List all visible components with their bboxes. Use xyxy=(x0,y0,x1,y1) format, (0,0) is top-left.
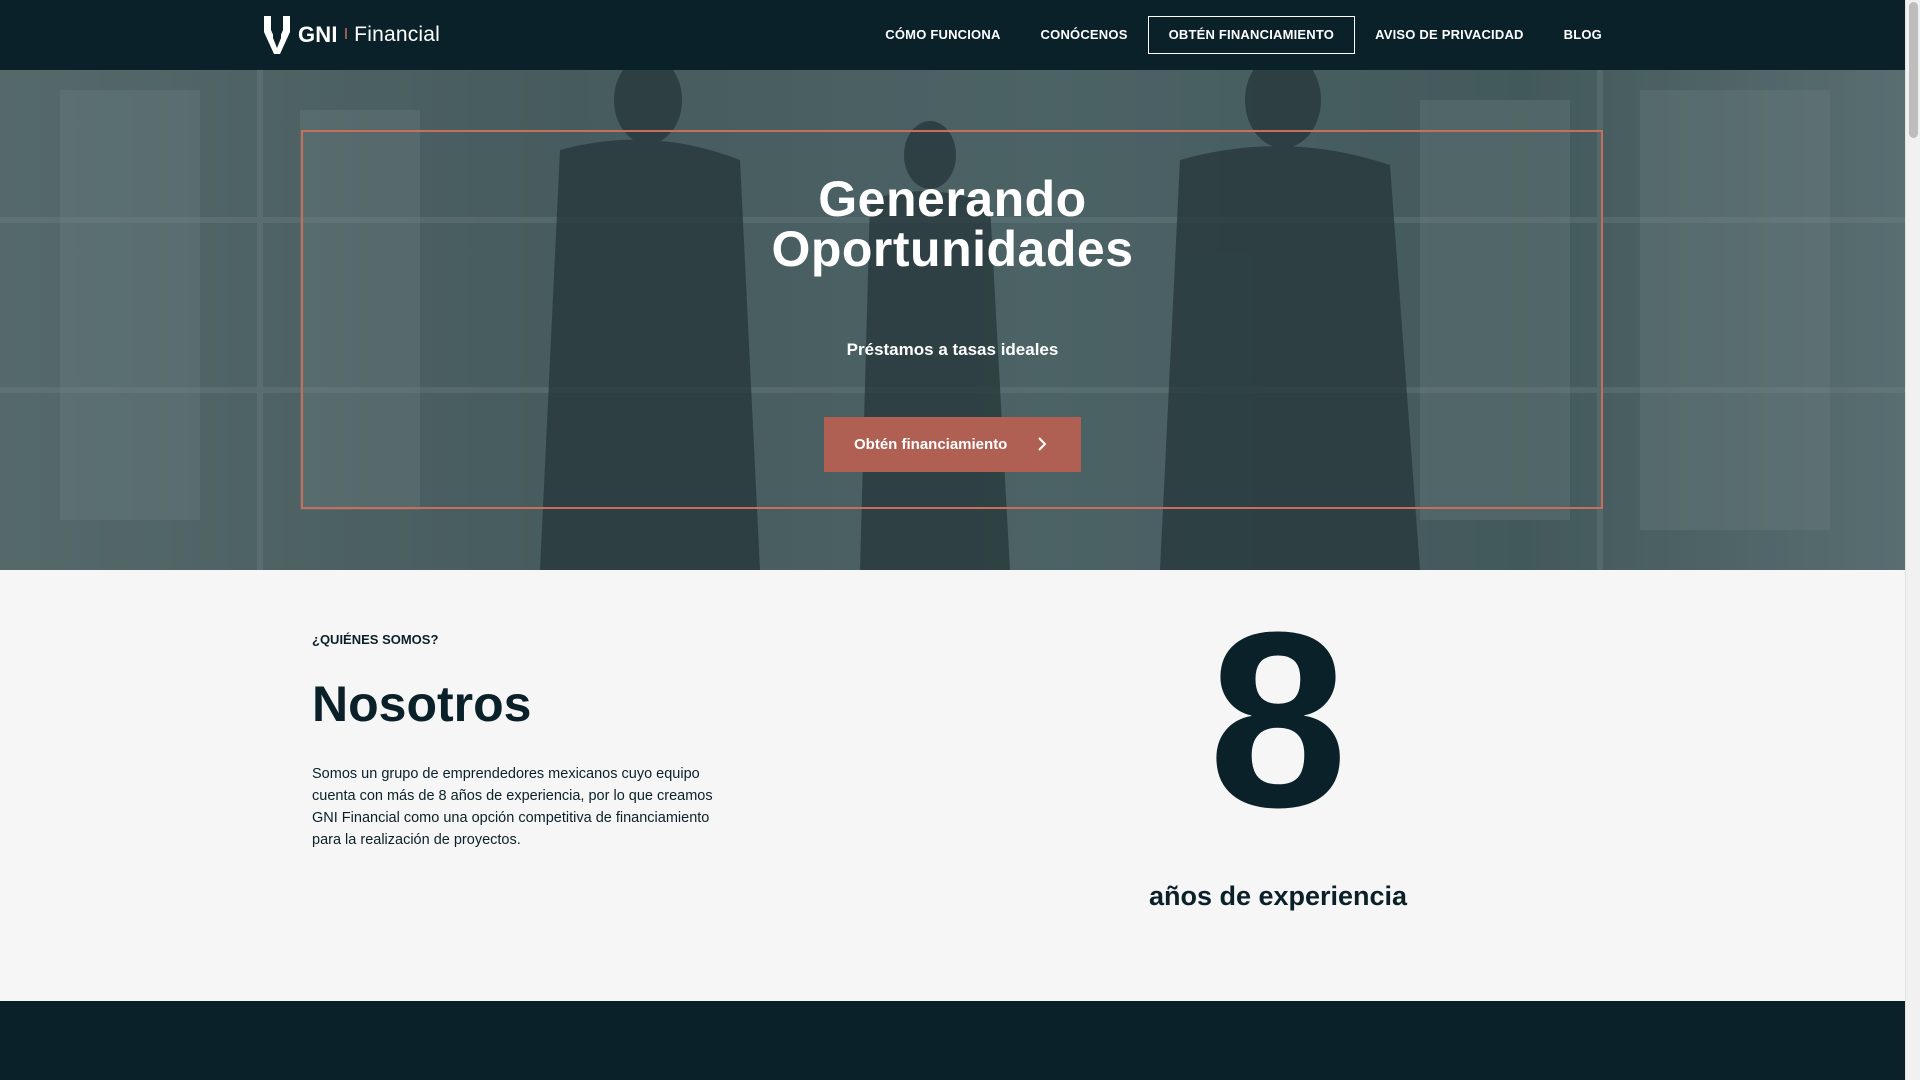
about-section: ¿QUIÉNES SOMOS? Nosotros Somos un grupo … xyxy=(0,570,1905,1001)
experience-stat-label: años de experiencia xyxy=(1148,881,1408,911)
hero-subtitle: Préstamos a tasas ideales xyxy=(846,340,1059,359)
logo-text-financial: Financial xyxy=(354,23,441,46)
experience-stat-value: 8 xyxy=(1208,580,1348,859)
nav-link-blog[interactable]: BLOG xyxy=(1544,16,1622,54)
get-financing-button[interactable]: Obtén financiamiento xyxy=(824,417,1081,472)
hero-section: Generando Oportunidades Préstamos a tasa… xyxy=(0,70,1905,570)
hero-title-line1: Generando xyxy=(818,171,1087,227)
nav-link-como-funciona[interactable]: CÓMO FUNCIONA xyxy=(865,16,1020,54)
about-eyebrow: ¿QUIÉNES SOMOS? xyxy=(312,632,439,647)
about-title: Nosotros xyxy=(312,676,532,732)
brand-logo[interactable]: GNI I Financial xyxy=(262,14,440,56)
logo-separator: I xyxy=(343,26,349,43)
next-section-band xyxy=(0,1001,1905,1080)
scrollbar-thumb[interactable] xyxy=(1909,2,1918,138)
page-scrollbar[interactable] xyxy=(1905,0,1920,1080)
hero-title: Generando Oportunidades xyxy=(0,174,1905,274)
logo-text-gni: GNI xyxy=(298,22,338,47)
nav-link-conocenos[interactable]: CONÓCENOS xyxy=(1021,16,1148,54)
logo-mark-icon xyxy=(264,16,290,54)
get-financing-button-label: Obtén financiamiento xyxy=(854,436,1008,453)
site-header: GNI I Financial CÓMO FUNCIONA CONÓCENOS … xyxy=(0,0,1905,70)
chevron-right-icon xyxy=(1038,437,1047,451)
main-nav: CÓMO FUNCIONA CONÓCENOS OBTÉN FINANCIAMI… xyxy=(865,16,1622,54)
about-description: Somos un grupo de emprendedores mexicano… xyxy=(312,766,713,848)
nav-link-aviso-privacidad[interactable]: AVISO DE PRIVACIDAD xyxy=(1355,16,1544,54)
hero-title-line2: Oportunidades xyxy=(771,221,1134,277)
nav-link-obten-financiamiento[interactable]: OBTÉN FINANCIAMIENTO xyxy=(1147,16,1356,54)
